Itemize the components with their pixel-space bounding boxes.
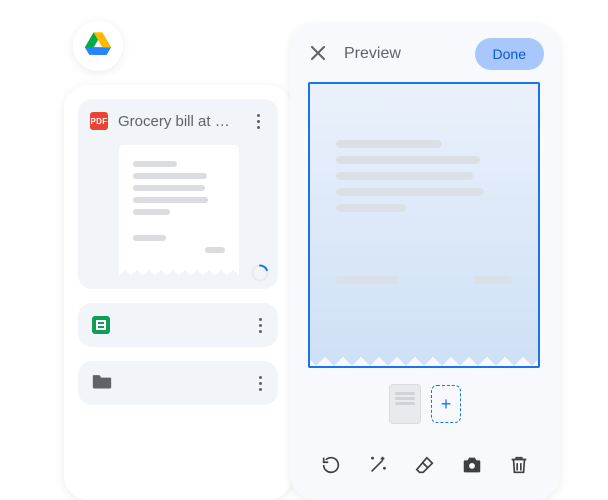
erase-icon bbox=[414, 454, 436, 479]
preview-toolbar bbox=[290, 438, 560, 500]
file-overflow-button[interactable] bbox=[250, 371, 270, 395]
preview-title: Preview bbox=[344, 45, 459, 63]
erase-button[interactable] bbox=[411, 452, 439, 480]
file-item-folder[interactable] bbox=[78, 361, 278, 405]
pdf-badge-icon: PDF bbox=[90, 112, 108, 130]
file-list-card: PDF Grocery bill at Bi… bbox=[64, 85, 292, 500]
page-thumbnail-row: + bbox=[290, 384, 560, 424]
done-button[interactable]: Done bbox=[475, 38, 544, 70]
retake-icon bbox=[320, 454, 342, 479]
file-thumbnail bbox=[119, 145, 239, 277]
file-overflow-button[interactable] bbox=[248, 109, 268, 133]
retake-button[interactable] bbox=[317, 452, 345, 480]
camera-icon bbox=[461, 454, 483, 479]
auto-enhance-button[interactable] bbox=[364, 452, 392, 480]
preview-header: Preview Done bbox=[290, 24, 560, 82]
drive-logo-chip bbox=[73, 21, 123, 71]
scan-page-frame[interactable] bbox=[308, 82, 540, 368]
delete-button[interactable] bbox=[505, 452, 533, 480]
file-item-sheet[interactable] bbox=[78, 303, 278, 347]
file-overflow-button[interactable] bbox=[250, 313, 270, 337]
loading-spinner-icon bbox=[250, 263, 270, 283]
page-thumbnail[interactable] bbox=[389, 384, 421, 424]
delete-icon bbox=[508, 454, 530, 479]
sheets-icon bbox=[92, 316, 110, 334]
file-item-pdf[interactable]: PDF Grocery bill at Bi… bbox=[78, 99, 278, 289]
camera-button[interactable] bbox=[458, 452, 486, 480]
file-title: Grocery bill at Bi… bbox=[118, 113, 238, 130]
scan-preview-panel: Preview Done + bbox=[290, 24, 560, 500]
magic-icon bbox=[367, 454, 389, 479]
close-icon bbox=[311, 46, 325, 63]
google-drive-icon bbox=[85, 32, 111, 61]
add-page-button[interactable]: + bbox=[431, 385, 461, 423]
folder-icon bbox=[92, 372, 112, 395]
close-button[interactable] bbox=[308, 44, 328, 64]
